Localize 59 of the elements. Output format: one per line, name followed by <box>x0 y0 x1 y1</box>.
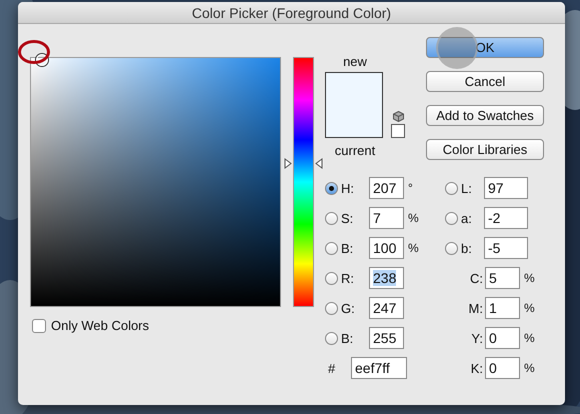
checkbox[interactable] <box>32 318 46 332</box>
value-field[interactable]: 0 <box>485 357 520 379</box>
value-field[interactable]: 97 <box>484 177 528 199</box>
hue-slider[interactable] <box>284 57 323 307</box>
unit-label: ° <box>408 181 413 195</box>
channel-label: K: <box>470 360 483 376</box>
unit-label: % <box>408 211 419 225</box>
dialog-button[interactable]: Color Libraries <box>426 139 544 160</box>
hex-label: # <box>327 360 335 376</box>
channel-label: S: <box>340 210 354 226</box>
channel-label: Y: <box>470 330 483 346</box>
new-label: new <box>342 54 368 69</box>
radio-button[interactable] <box>325 212 338 224</box>
value-field[interactable]: 7 <box>369 207 404 229</box>
value-field[interactable]: 207 <box>369 177 404 199</box>
radio-button[interactable] <box>325 182 338 194</box>
picker-marker[interactable] <box>36 54 48 66</box>
value-field[interactable]: 1 <box>485 297 520 319</box>
dialog-button[interactable]: OK <box>426 37 544 58</box>
value-field[interactable]: 0 <box>485 327 520 349</box>
hex-field[interactable]: eef7ff <box>351 357 407 379</box>
value-field[interactable]: 238 <box>369 267 404 289</box>
channel-label: B: <box>340 330 354 346</box>
value-field[interactable]: 5 <box>485 267 520 289</box>
channel-label: b: <box>460 240 473 256</box>
channel-label: M: <box>468 300 483 316</box>
window-title: Color Picker (Foreground Color) <box>18 2 565 24</box>
cube-icon[interactable] <box>392 111 404 122</box>
slider-handle[interactable] <box>284 158 323 170</box>
radio-button[interactable] <box>325 332 338 344</box>
radio-button[interactable] <box>325 302 338 314</box>
color-swatch <box>325 72 383 138</box>
unit-label: % <box>524 331 535 345</box>
channel-label: a: <box>460 210 473 226</box>
value-field[interactable]: -5 <box>484 237 528 259</box>
value-field[interactable]: 247 <box>369 297 404 319</box>
radio-button[interactable] <box>325 242 338 254</box>
channel-label: L: <box>460 180 473 196</box>
channel-label: H: <box>340 180 355 196</box>
channel-label: G: <box>340 300 356 316</box>
dialog-button[interactable]: Cancel <box>426 71 544 92</box>
channel-label: R: <box>340 270 355 286</box>
value-field[interactable]: 100 <box>369 237 404 259</box>
value-field[interactable]: -2 <box>484 207 528 229</box>
unit-label: % <box>524 271 535 285</box>
radio-button[interactable] <box>325 272 338 284</box>
radio-button[interactable] <box>445 182 458 194</box>
radio-button[interactable] <box>445 212 458 224</box>
web-safe-swatch[interactable] <box>391 124 405 138</box>
current-label: current <box>334 143 376 158</box>
value-field[interactable]: 255 <box>369 327 404 349</box>
radio-button[interactable] <box>445 242 458 254</box>
channel-label: B: <box>340 240 354 256</box>
dialog-button[interactable]: Add to Swatches <box>426 105 544 126</box>
unit-label: % <box>524 361 535 375</box>
checkbox-label: Only Web Colors <box>51 318 150 333</box>
unit-label: % <box>524 301 535 315</box>
unit-label: % <box>408 241 419 255</box>
channel-label: C: <box>469 270 483 286</box>
